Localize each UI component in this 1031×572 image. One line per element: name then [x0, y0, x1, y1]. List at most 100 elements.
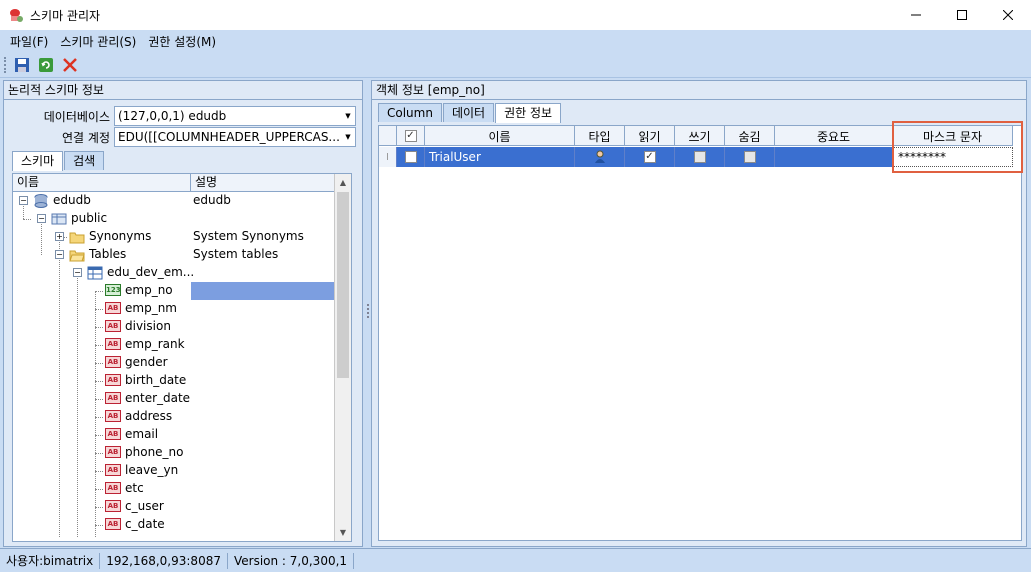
tree-item-column[interactable]: AB emp_nm [13, 300, 335, 318]
toolbar-grip[interactable] [4, 56, 7, 73]
save-icon [15, 57, 29, 72]
tree-item-column[interactable]: AB etc [13, 480, 335, 498]
toolbar [0, 52, 1031, 78]
tree-item-column[interactable]: AB division [13, 318, 335, 336]
header-type[interactable]: 타입 [575, 126, 625, 146]
row-indicator-icon: I [379, 147, 397, 167]
tree-header-name[interactable]: 이름 [13, 174, 191, 191]
chevron-down-icon[interactable]: ▼ [341, 107, 355, 125]
text-column-icon: AB [105, 410, 121, 422]
app-icon [8, 7, 24, 23]
connection-row: 연결 계정 EDU([[COLUMNHEADER_UPPERCAS... ▼ [10, 127, 356, 147]
tree-item-column[interactable]: AB email [13, 426, 335, 444]
menu-schema[interactable]: 스키마 관리(S) [54, 33, 142, 50]
hidden-checkbox[interactable] [743, 151, 756, 163]
checkbox-checked-icon[interactable]: ✓ [404, 130, 417, 142]
tree-item-column[interactable]: AB birth_date [13, 372, 335, 390]
tree-item-column[interactable]: AB phone_no [13, 444, 335, 462]
save-button[interactable] [11, 54, 33, 76]
minimize-button[interactable] [893, 0, 939, 30]
cell-read[interactable]: ✓ [625, 147, 675, 167]
tree-item-tables[interactable]: − Tables System tables [13, 246, 335, 264]
tab-permission-info[interactable]: 권한 정보 [495, 103, 562, 123]
status-address: 192,168,0,93:8087 [100, 552, 228, 569]
tree-item-public[interactable]: − public [13, 210, 335, 228]
scrollbar-thumb[interactable] [337, 192, 349, 378]
selected-row-highlight [191, 282, 335, 300]
numeric-column-icon: 123 [105, 284, 121, 296]
text-column-icon: AB [105, 302, 121, 314]
status-user: 사용자:bimatrix [0, 552, 101, 569]
cell-importance[interactable] [775, 147, 893, 167]
expand-icon[interactable]: + [55, 232, 64, 241]
scroll-down-icon[interactable]: ▼ [335, 524, 351, 541]
header-importance[interactable]: 중요도 [775, 126, 893, 146]
refresh-button[interactable] [35, 54, 57, 76]
header-name[interactable]: 이름 [425, 126, 575, 146]
tree-item-column[interactable]: AB c_user [13, 498, 335, 516]
tree-item-column[interactable]: AB gender [13, 354, 335, 372]
tab-column[interactable]: Column [378, 103, 442, 122]
row-header-corner [379, 126, 397, 146]
tree-item-column[interactable]: AB leave_yn [13, 462, 335, 480]
minimize-icon [911, 14, 921, 16]
maximize-button[interactable] [939, 0, 985, 30]
mask-column-highlight [892, 121, 1023, 173]
tree-rows: − edudb edudb − public + Synonyms System… [13, 192, 335, 537]
row-checkbox-cell[interactable] [397, 147, 425, 167]
text-column-icon: AB [105, 500, 121, 512]
tab-search[interactable]: 검색 [64, 151, 105, 170]
tree-item-column[interactable]: AB c_date [13, 516, 335, 534]
tab-schema[interactable]: 스키마 [12, 151, 64, 171]
database-select[interactable]: (127,0,0,1) edudb ▼ [114, 106, 356, 126]
read-checkbox[interactable]: ✓ [643, 151, 656, 163]
cell-hidden[interactable] [725, 147, 775, 167]
tree-item-table-edu-dev-emp[interactable]: − edu_dev_em... [13, 264, 335, 282]
left-tabs: 스키마 검색 [12, 151, 105, 171]
header-write[interactable]: 쓰기 [675, 126, 725, 146]
tree-scrollbar[interactable]: ▲ ▼ [334, 174, 351, 541]
cell-user-name[interactable]: TrialUser [425, 147, 575, 167]
cell-type [575, 147, 625, 167]
chevron-down-icon[interactable]: ▼ [341, 128, 355, 146]
connection-select[interactable]: EDU([[COLUMNHEADER_UPPERCAS... ▼ [114, 127, 356, 147]
open-folder-icon [69, 250, 85, 262]
write-checkbox[interactable] [693, 151, 706, 163]
text-column-icon: AB [105, 356, 121, 368]
header-hidden[interactable]: 숨김 [725, 126, 775, 146]
status-version: Version : 7,0,300,1 [228, 552, 355, 569]
left-panel-header: 논리적 스키마 정보 [4, 81, 362, 100]
tree-item-column[interactable]: AB enter_date [13, 390, 335, 408]
collapse-icon[interactable]: − [19, 196, 28, 205]
tree-item-column[interactable]: 123 emp_no [13, 282, 335, 300]
tree-item-edudb[interactable]: − edudb edudb [13, 192, 335, 210]
tree-item-column[interactable]: AB address [13, 408, 335, 426]
title-bar: 스키마 관리자 [0, 0, 1031, 30]
delete-button[interactable] [59, 54, 81, 76]
folder-icon [69, 232, 85, 244]
menu-bar: 파일(F) 스키마 관리(S) 권한 설정(M) [0, 30, 1031, 52]
row-checkbox[interactable] [404, 151, 417, 163]
scroll-up-icon[interactable]: ▲ [335, 174, 351, 191]
collapse-icon[interactable]: − [55, 250, 64, 259]
select-all-checkbox[interactable]: ✓ [397, 126, 425, 146]
maximize-icon [957, 10, 967, 20]
close-button[interactable] [985, 0, 1031, 30]
header-read[interactable]: 읽기 [625, 126, 675, 146]
tree-item-column[interactable]: AB emp_rank [13, 336, 335, 354]
tree-item-synonyms[interactable]: + Synonyms System Synonyms [13, 228, 335, 246]
collapse-icon[interactable]: − [37, 214, 46, 223]
schema-icon [51, 213, 67, 225]
menu-permission[interactable]: 권한 설정(M) [142, 33, 222, 50]
text-column-icon: AB [105, 392, 121, 404]
schema-tree: 이름 설명 − edudb edudb − public + Synonyms … [12, 173, 352, 542]
cell-write[interactable] [675, 147, 725, 167]
user-icon [594, 150, 605, 163]
tree-header-desc[interactable]: 설명 [191, 174, 335, 191]
menu-file[interactable]: 파일(F) [4, 33, 54, 50]
tab-data[interactable]: 데이터 [442, 103, 495, 122]
panel-splitter[interactable] [366, 80, 370, 547]
text-column-icon: AB [105, 518, 121, 530]
text-column-icon: AB [105, 320, 121, 332]
collapse-icon[interactable]: − [73, 268, 82, 277]
